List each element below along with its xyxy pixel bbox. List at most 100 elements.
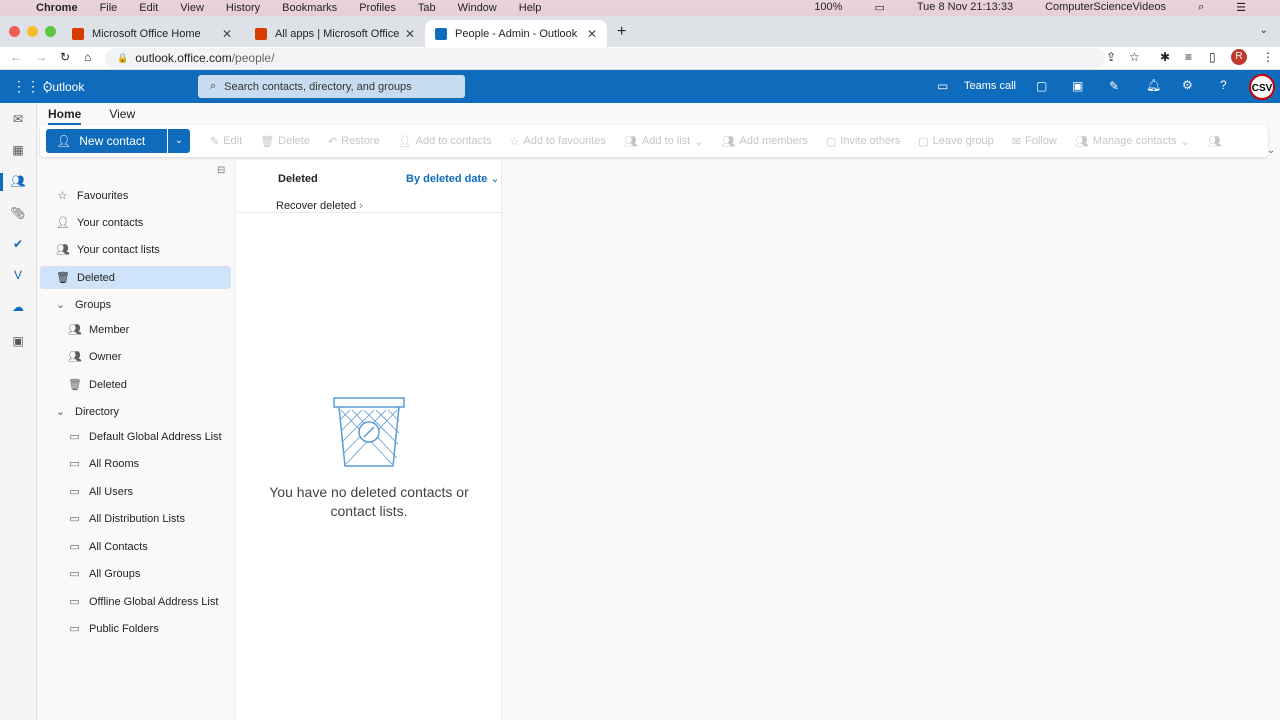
dir-offline-gal[interactable]: ▭ Offline Global Address List <box>68 590 218 613</box>
tab-people-outlook[interactable]: People - Admin - Outlook ✕ <box>425 20 607 47</box>
chrome-menu-icon[interactable]: ⋮ <box>1262 50 1274 64</box>
tab-home[interactable]: Home <box>48 107 82 125</box>
gear-icon[interactable]: ⚙ <box>1182 78 1193 92</box>
viva-icon[interactable]: V <box>10 268 26 284</box>
calendar-icon[interactable]: ▦ <box>10 143 26 159</box>
menu-edit[interactable]: Edit <box>139 2 158 14</box>
user-avatar[interactable]: CSV <box>1249 74 1275 100</box>
divider <box>236 212 502 213</box>
close-tab-icon[interactable]: ✕ <box>587 27 597 41</box>
app-title[interactable]: Outlook <box>43 80 84 94</box>
folder-icon: ▭ <box>69 596 80 608</box>
sort-dropdown[interactable]: By deleted date ⌄ <box>406 172 500 185</box>
extensions-icon[interactable]: ✱ <box>1160 50 1170 64</box>
clock[interactable]: Tue 8 Nov 21:13:33 <box>917 1 1013 14</box>
menu-tab[interactable]: Tab <box>418 2 436 14</box>
reload-icon[interactable]: ↻ <box>60 50 70 64</box>
folder-deleted[interactable]: 🗑︎ Deleted <box>40 266 231 289</box>
minimize-window-button[interactable] <box>27 26 38 37</box>
group-member[interactable]: 👥︎ Member <box>68 318 129 341</box>
tab-search-icon[interactable]: ⌄ <box>1260 25 1268 36</box>
add-members-button[interactable]: 👥︎ Add members <box>721 135 807 148</box>
todo-app-icon[interactable]: ✔ <box>10 237 26 253</box>
onedrive-icon[interactable]: ☁ <box>10 300 26 316</box>
profile-avatar[interactable]: R <box>1231 49 1247 65</box>
zoom-window-button[interactable] <box>45 26 56 37</box>
group-deleted[interactable]: 🗑︎ Deleted <box>68 373 127 396</box>
menu-help[interactable]: Help <box>519 2 542 14</box>
groups-header[interactable]: ⌄ Groups <box>54 293 111 316</box>
collapse-pane-icon[interactable]: ⊟ <box>217 165 225 176</box>
group-owner[interactable]: 👥︎ Owner <box>68 345 121 368</box>
back-icon[interactable]: ← <box>10 50 22 64</box>
forward-icon[interactable]: → <box>35 50 47 64</box>
recover-deleted-link[interactable]: Recover deleted › <box>276 200 363 212</box>
office-icon <box>255 27 267 40</box>
home-icon[interactable]: ⌂ <box>84 50 91 64</box>
dir-all-distribution-lists[interactable]: ▭ All Distribution Lists <box>68 507 185 530</box>
dir-all-rooms[interactable]: ▭ All Rooms <box>68 452 139 475</box>
user-name[interactable]: ComputerScienceVideos <box>1045 1 1166 14</box>
url-field[interactable]: 🔒 outlook.office.com/people/ <box>105 48 1105 68</box>
control-center-icon[interactable]: ☰ <box>1236 1 1246 14</box>
battery-icon[interactable]: ▭ <box>874 1 884 14</box>
menu-profiles[interactable]: Profiles <box>359 2 396 14</box>
tab-label: People - Admin - Outlook <box>455 27 578 40</box>
menu-view[interactable]: View <box>180 2 204 14</box>
menu-window[interactable]: Window <box>458 2 497 14</box>
follow-button[interactable]: ✉ Follow <box>1012 135 1057 148</box>
more-apps-icon[interactable]: ▣ <box>10 334 26 350</box>
menu-file[interactable]: File <box>100 2 118 14</box>
more-people-icon[interactable]: 👥︎ <box>1208 135 1222 148</box>
directory-header[interactable]: ⌄ Directory <box>54 400 119 423</box>
side-panel-icon[interactable]: ▯ <box>1209 50 1216 64</box>
tab-office-home[interactable]: Microsoft Office Home ✕ <box>62 20 242 47</box>
dir-all-users[interactable]: ▭ All Users <box>68 480 133 503</box>
new-tab-button[interactable]: + <box>617 23 626 41</box>
spotlight-icon[interactable]: ⌕ <box>1198 1 1204 14</box>
todo-icon[interactable]: ✎ <box>1109 79 1119 93</box>
office-apps-icon[interactable]: ▣ <box>1072 79 1083 93</box>
tab-view[interactable]: View <box>109 107 135 125</box>
close-tab-icon[interactable]: ✕ <box>222 27 232 41</box>
help-icon[interactable]: ? <box>1220 78 1227 92</box>
share-icon[interactable]: ⇪ <box>1106 50 1116 64</box>
people-icon[interactable]: 👥︎ <box>10 174 26 190</box>
menu-chrome[interactable]: Chrome <box>36 2 78 14</box>
search-input[interactable]: ⌕ Search contacts, directory, and groups <box>198 75 465 98</box>
folder-favourites[interactable]: ☆ Favourites <box>56 184 129 207</box>
lock-icon: 🔒 <box>117 52 129 63</box>
battery-percent: 100% <box>814 1 843 13</box>
add-to-contacts-button[interactable]: 👤︎ Add to contacts <box>398 135 492 148</box>
manage-contacts-button[interactable]: 👥︎ Manage contacts ⌄ <box>1075 135 1190 148</box>
bell-icon[interactable]: 🔔︎ <box>1146 78 1161 92</box>
attachment-icon[interactable]: 📎︎ <box>10 206 26 222</box>
teams-call-button[interactable]: Teams call <box>964 80 1016 92</box>
expand-ribbon-icon[interactable]: ⌄ <box>1267 145 1275 156</box>
add-to-favourites-button[interactable]: ☆ Add to favourites <box>510 135 606 148</box>
new-contact-dropdown[interactable]: ⌄ <box>168 129 190 153</box>
dir-all-groups[interactable]: ▭ All Groups <box>68 562 140 585</box>
mail-icon[interactable]: ✉ <box>10 112 26 128</box>
delete-button[interactable]: 🗑︎ Delete <box>260 135 310 148</box>
reading-list-icon[interactable]: ≡ <box>1185 50 1192 64</box>
add-to-list-button[interactable]: 👥︎ Add to list ⌄ <box>624 135 704 148</box>
chat-icon[interactable]: ▢ <box>1036 79 1047 93</box>
menu-history[interactable]: History <box>226 2 260 14</box>
dir-default-gal[interactable]: ▭ Default Global Address List <box>68 425 221 448</box>
close-window-button[interactable] <box>9 26 20 37</box>
invite-others-button[interactable]: ▢ Invite others <box>826 135 900 148</box>
leave-group-button[interactable]: ▢ Leave group <box>918 135 994 148</box>
new-contact-button[interactable]: 👤︎ New contact <box>46 129 167 153</box>
tab-all-apps[interactable]: All apps | Microsoft Office ✕ <box>245 20 425 47</box>
bookmark-star-icon[interactable]: ☆ <box>1129 50 1140 64</box>
new-contact-label: New contact <box>79 134 146 148</box>
restore-button[interactable]: ↶ Restore <box>328 135 380 148</box>
close-tab-icon[interactable]: ✕ <box>405 27 415 41</box>
menu-bookmarks[interactable]: Bookmarks <box>282 2 337 14</box>
dir-public-folders[interactable]: ▭ Public Folders <box>68 617 158 640</box>
edit-button[interactable]: ✎ Edit <box>210 135 242 148</box>
folder-your-contact-lists[interactable]: 👥︎ Your contact lists <box>56 238 160 261</box>
dir-all-contacts[interactable]: ▭ All Contacts <box>68 535 147 558</box>
folder-your-contacts[interactable]: 👤︎ Your contacts <box>56 211 143 234</box>
